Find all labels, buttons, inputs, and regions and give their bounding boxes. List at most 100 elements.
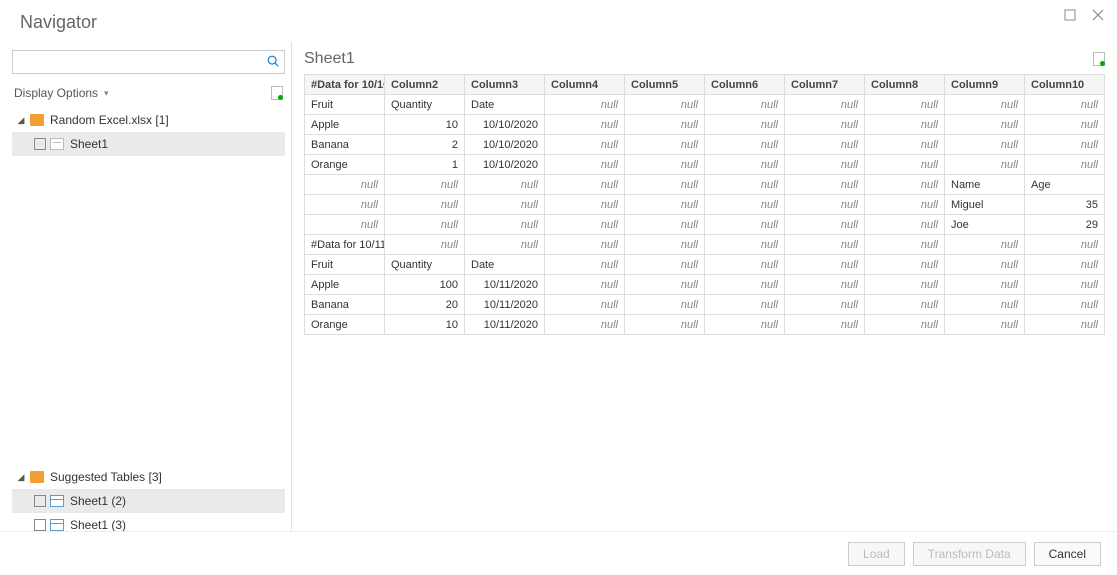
table-cell: null: [705, 215, 785, 235]
table-cell: null: [865, 175, 945, 195]
table-cell: null: [545, 95, 625, 115]
preview-options-icon[interactable]: [1093, 52, 1105, 66]
table-cell: Banana: [305, 135, 385, 155]
table-cell: null: [545, 255, 625, 275]
table-cell: null: [625, 315, 705, 335]
table-cell: null: [865, 275, 945, 295]
tree-file-node[interactable]: ◢ Random Excel.xlsx [1]: [12, 108, 285, 132]
table-cell: Joe: [945, 215, 1025, 235]
table-cell: null: [785, 115, 865, 135]
table-row[interactable]: Orange110/10/2020nullnullnullnullnullnul…: [305, 155, 1105, 175]
chevron-down-icon: ▾: [104, 88, 109, 99]
table-row[interactable]: FruitQuantityDatenullnullnullnullnullnul…: [305, 255, 1105, 275]
table-cell: null: [705, 275, 785, 295]
search-box[interactable]: [12, 50, 285, 74]
column-header[interactable]: Column8: [865, 75, 945, 95]
table-cell: null: [545, 315, 625, 335]
maximize-icon[interactable]: [1063, 8, 1077, 22]
table-cell: 20: [385, 295, 465, 315]
table-cell: Apple: [305, 115, 385, 135]
cancel-button[interactable]: Cancel: [1034, 542, 1101, 566]
table-cell: null: [465, 235, 545, 255]
table-cell: null: [1025, 315, 1105, 335]
search-input[interactable]: [17, 52, 266, 72]
column-header[interactable]: Column6: [705, 75, 785, 95]
table-cell: null: [785, 255, 865, 275]
window-controls: [1063, 6, 1105, 22]
checkbox[interactable]: [34, 519, 46, 531]
table-row[interactable]: Banana210/10/2020nullnullnullnullnullnul…: [305, 135, 1105, 155]
table-cell: null: [945, 235, 1025, 255]
title-bar: Navigator: [0, 0, 1117, 42]
table-cell: Banana: [305, 295, 385, 315]
column-header[interactable]: Column10: [1025, 75, 1105, 95]
table-cell: null: [625, 115, 705, 135]
expander-icon[interactable]: ◢: [16, 472, 26, 483]
window-title: Navigator: [20, 6, 1063, 33]
table-cell: null: [385, 195, 465, 215]
table-header-row: #Data for 10/10/2020Column2Column3Column…: [305, 75, 1105, 95]
table-cell: null: [305, 175, 385, 195]
load-button[interactable]: Load: [848, 542, 905, 566]
table-cell: null: [705, 155, 785, 175]
table-cell: null: [705, 235, 785, 255]
table-row[interactable]: #Data for 10/11/2020nullnullnullnullnull…: [305, 235, 1105, 255]
sheet-icon: [50, 138, 64, 150]
table-cell: null: [785, 175, 865, 195]
table-row[interactable]: Banana2010/11/2020nullnullnullnullnullnu…: [305, 295, 1105, 315]
table-cell: Quantity: [385, 255, 465, 275]
table-row[interactable]: nullnullnullnullnullnullnullnullJoe29: [305, 215, 1105, 235]
column-header[interactable]: #Data for 10/10/2020: [305, 75, 385, 95]
folder-icon: [30, 471, 44, 483]
table-row[interactable]: Orange1010/11/2020nullnullnullnullnullnu…: [305, 315, 1105, 335]
column-header[interactable]: Column3: [465, 75, 545, 95]
display-options-button[interactable]: Display Options ▾: [14, 86, 109, 100]
tree-file-label: Random Excel.xlsx [1]: [48, 113, 281, 127]
preview-panel: Sheet1 #Data for 10/10/2020Column2Column…: [292, 42, 1117, 575]
table-row[interactable]: Apple1010/10/2020nullnullnullnullnullnul…: [305, 115, 1105, 135]
table-cell: Quantity: [385, 95, 465, 115]
table-cell: null: [705, 195, 785, 215]
checkbox[interactable]: [34, 138, 46, 150]
table-cell: Orange: [305, 155, 385, 175]
tree-table-node[interactable]: Sheet1 (2): [12, 489, 285, 513]
table-cell: null: [1025, 135, 1105, 155]
table-cell: Age: [1025, 175, 1105, 195]
table-cell: null: [545, 295, 625, 315]
table-cell: null: [625, 155, 705, 175]
body: Display Options ▾ ◢ Random Excel.xlsx [1…: [0, 42, 1117, 575]
table-cell: Date: [465, 255, 545, 275]
table-cell: null: [545, 275, 625, 295]
preview-table: #Data for 10/10/2020Column2Column3Column…: [304, 74, 1105, 335]
navigator-tree: ◢ Random Excel.xlsx [1] Sheet1 ◢ Suggest…: [12, 108, 285, 567]
table-cell: 10: [385, 315, 465, 335]
transform-data-button[interactable]: Transform Data: [913, 542, 1026, 566]
table-cell: null: [385, 235, 465, 255]
expander-icon[interactable]: ◢: [16, 115, 26, 126]
close-icon[interactable]: [1091, 8, 1105, 22]
tree-suggested-node[interactable]: ◢ Suggested Tables [3]: [12, 465, 285, 489]
table-cell: null: [865, 295, 945, 315]
refresh-preview-icon[interactable]: [271, 86, 283, 100]
tree-item-label: Sheet1: [68, 137, 281, 151]
table-cell: null: [625, 195, 705, 215]
table-cell: null: [705, 255, 785, 275]
table-cell: null: [385, 175, 465, 195]
column-header[interactable]: Column2: [385, 75, 465, 95]
table-cell: null: [705, 95, 785, 115]
column-header[interactable]: Column5: [625, 75, 705, 95]
table-cell: null: [945, 295, 1025, 315]
table-cell: null: [785, 235, 865, 255]
table-row[interactable]: nullnullnullnullnullnullnullnullMiguel35: [305, 195, 1105, 215]
table-row[interactable]: Apple10010/11/2020nullnullnullnullnullnu…: [305, 275, 1105, 295]
tree-sheet-node[interactable]: Sheet1: [12, 132, 285, 156]
tree-spacer: [12, 162, 285, 465]
column-header[interactable]: Column7: [785, 75, 865, 95]
table-cell: null: [1025, 155, 1105, 175]
table-row[interactable]: nullnullnullnullnullnullnullnullNameAge: [305, 175, 1105, 195]
table-cell: null: [945, 95, 1025, 115]
checkbox[interactable]: [34, 495, 46, 507]
column-header[interactable]: Column4: [545, 75, 625, 95]
table-row[interactable]: FruitQuantityDatenullnullnullnullnullnul…: [305, 95, 1105, 115]
column-header[interactable]: Column9: [945, 75, 1025, 95]
